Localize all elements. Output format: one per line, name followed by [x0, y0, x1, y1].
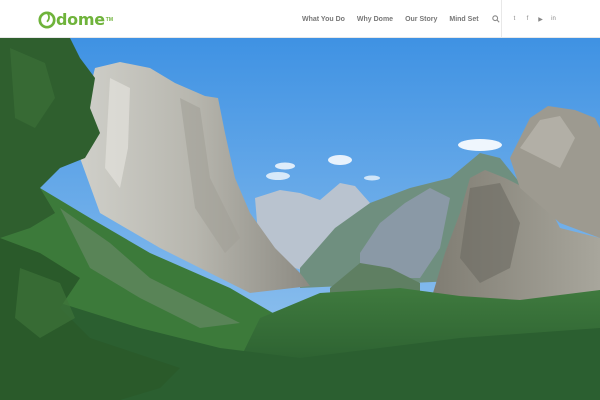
linkedin-icon[interactable]: in — [547, 12, 560, 26]
yosemite-landscape-illustration — [0, 38, 600, 400]
hero-image — [0, 38, 600, 400]
logo-text: dome — [56, 10, 105, 29]
site-header: dome TM What You Do Why Dome Our Story M… — [0, 0, 600, 38]
nav-item-our-story[interactable]: Our Story — [399, 16, 443, 23]
logo-mark-icon — [38, 11, 56, 29]
facebook-icon[interactable]: f — [521, 12, 534, 26]
nav-item-why-dome[interactable]: Why Dome — [351, 16, 399, 23]
nav-item-mind-set[interactable]: Mind Set — [443, 16, 484, 23]
logo[interactable]: dome TM — [38, 10, 113, 30]
main-nav: What You Do Why Dome Our Story Mind Set — [296, 0, 503, 38]
social-links: t f ▶ in — [508, 0, 560, 38]
nav-item-what-you-do[interactable]: What You Do — [296, 16, 351, 23]
logo-trademark: TM — [105, 17, 114, 23]
youtube-icon[interactable]: ▶ — [534, 12, 547, 26]
twitter-icon[interactable]: t — [508, 12, 521, 26]
nav-divider — [501, 0, 502, 38]
